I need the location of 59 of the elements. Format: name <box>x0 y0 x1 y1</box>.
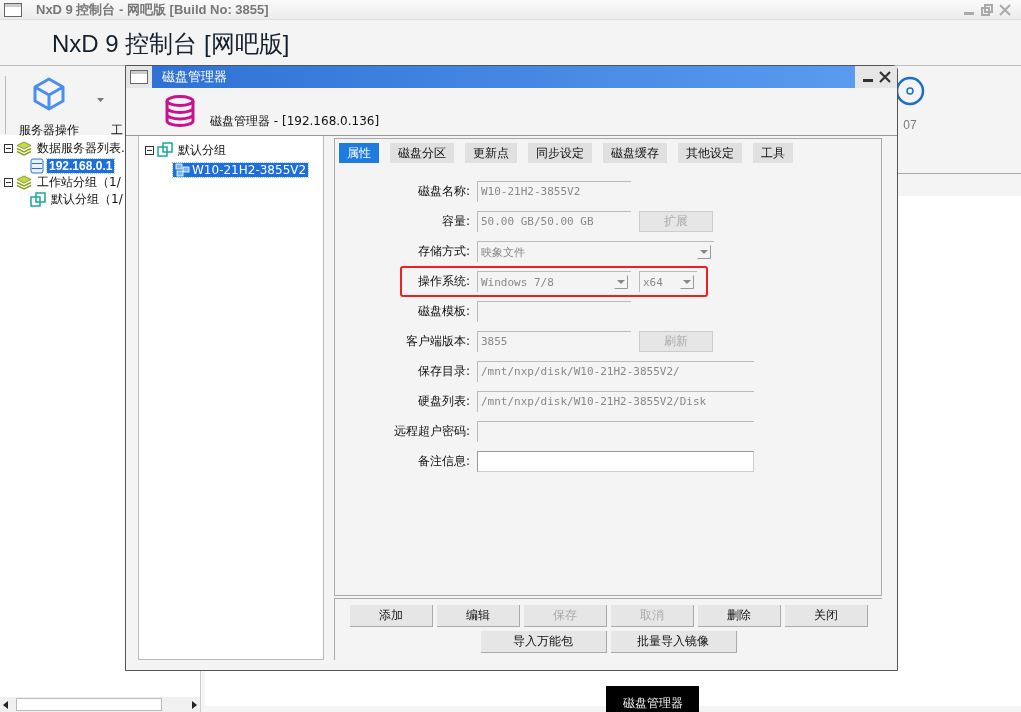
collapse-icon[interactable] <box>4 144 13 153</box>
field-label: 磁盘模板: <box>416 303 470 320</box>
dropdown-arrow-icon <box>680 275 694 289</box>
tree-item[interactable]: 数据服务器列表. <box>35 140 127 157</box>
tree-item[interactable]: 默认分组（1/ <box>49 191 125 208</box>
field-label: 磁盘名称: <box>416 183 470 200</box>
tree-item[interactable]: 默认分组 <box>176 141 228 159</box>
tab[interactable]: 工具 <box>753 143 793 163</box>
toolbar-label[interactable]: 工 <box>111 122 123 139</box>
action-button[interactable]: 关闭 <box>784 605 868 627</box>
tab[interactable]: 属性 <box>339 143 379 163</box>
tree-item[interactable]: W10-21H2-3855V2 <box>173 163 309 177</box>
toolbar-label[interactable]: 07 <box>903 118 917 132</box>
network-icon <box>175 163 190 177</box>
field-label: 备注信息: <box>416 453 470 470</box>
dialog-title: 磁盘管理器 <box>152 66 855 88</box>
layers-icon <box>16 175 32 190</box>
tab[interactable]: 磁盘分区 <box>390 143 454 163</box>
action-button[interactable]: 编辑 <box>436 605 520 627</box>
field-label: 远程超户密码: <box>392 423 470 440</box>
toolbar-label[interactable]: 服务器操作 <box>19 122 79 139</box>
tree-item[interactable]: 工作站分组（1/ <box>35 174 123 191</box>
tab[interactable]: 其他设定 <box>678 143 742 163</box>
window-title: NxD 9 控制台 - 网吧版 [Build No: 3855] <box>36 0 269 19</box>
field-label: 容量: <box>440 213 470 230</box>
collapse-icon[interactable] <box>4 178 13 187</box>
window-icon <box>130 70 148 84</box>
caret-icon[interactable] <box>97 98 104 102</box>
layers-icon <box>16 141 32 156</box>
dial-icon[interactable] <box>895 76 925 106</box>
window-icon <box>4 2 22 17</box>
field-label: 硬盘列表: <box>416 393 470 410</box>
database-icon <box>164 95 196 127</box>
dropdown-arrow-icon <box>697 245 711 259</box>
server-icon <box>30 157 44 174</box>
action-button[interactable]: 添加 <box>349 605 433 627</box>
app-title: NxD 9 控制台 [网吧版] <box>51 29 291 59</box>
field-label: 保存目录: <box>416 363 470 380</box>
group-icon <box>30 191 46 208</box>
text-field[interactable] <box>477 451 754 472</box>
tab[interactable]: 更新点 <box>465 143 517 163</box>
restore-icon[interactable] <box>981 3 993 16</box>
close-icon[interactable] <box>878 71 891 83</box>
tree-item[interactable]: 192.168.0.1 <box>47 158 115 173</box>
dialog-header: 磁盘管理器 - [192.168.0.136] <box>210 113 380 130</box>
group-icon <box>157 142 173 158</box>
tab[interactable]: 磁盘缓存 <box>603 143 667 163</box>
cube-icon[interactable] <box>33 77 65 111</box>
action-button[interactable]: 导入万能包 <box>480 631 607 653</box>
field-label: 存储方式: <box>416 243 470 260</box>
dropdown-arrow-icon <box>614 275 628 289</box>
tooltip: 磁盘管理器 <box>606 686 699 712</box>
field-label: 操作系统: <box>416 273 470 290</box>
action-button[interactable]: 删除 <box>697 605 781 627</box>
collapse-icon[interactable] <box>145 145 154 155</box>
field-label: 客户端版本: <box>404 333 470 350</box>
action-button[interactable]: 批量导入镜像 <box>610 631 737 653</box>
scrollbar-thumb[interactable] <box>16 698 162 711</box>
tab[interactable]: 同步设定 <box>528 143 592 163</box>
